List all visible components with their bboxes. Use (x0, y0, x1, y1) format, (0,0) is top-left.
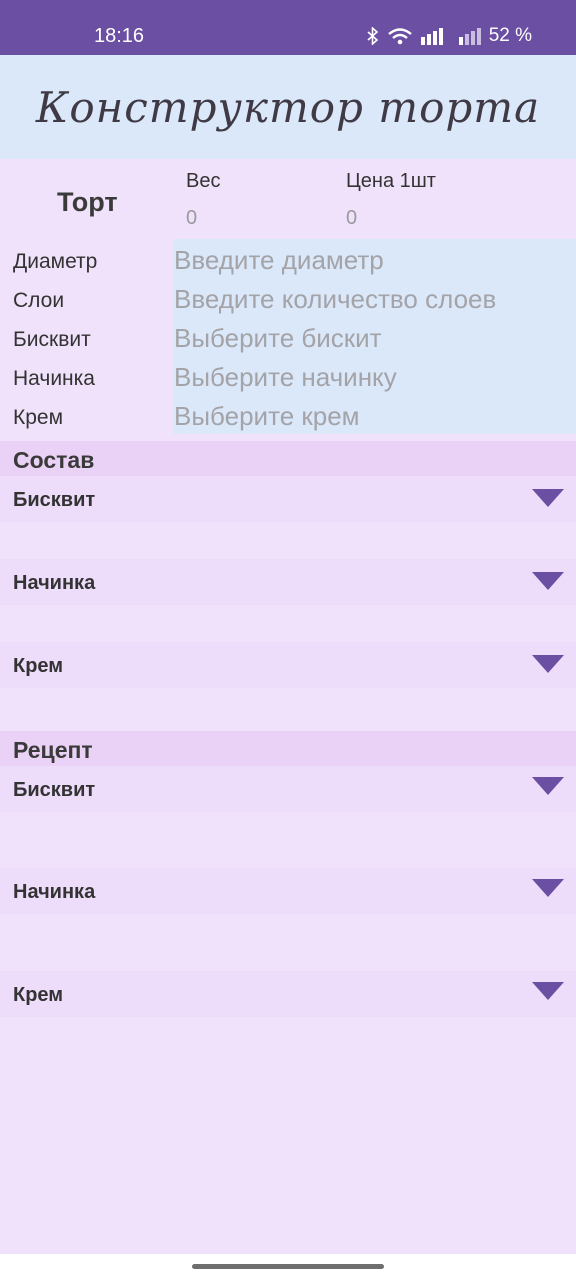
filling-input[interactable] (173, 360, 576, 394)
field-row-diameter: Диаметр (0, 239, 576, 278)
signal-icon (420, 27, 449, 45)
dropdown-label: Крем (13, 984, 64, 1006)
layers-input[interactable] (173, 282, 576, 316)
diameter-label: Диаметр (13, 250, 98, 273)
field-row-layers: Слои (0, 278, 576, 317)
field-row-cream: Крем (0, 395, 576, 434)
dropdown-label: Начинка (13, 881, 96, 903)
composition-title: Состав (13, 447, 95, 473)
recipe-title: Рецепт (13, 737, 93, 763)
weight-value: 0 (186, 207, 198, 229)
cream-label: Крем (13, 406, 64, 429)
recipe-header: Рецепт (0, 731, 576, 767)
dropdown-arrow-icon[interactable] (532, 879, 564, 897)
recipe-filling-dropdown[interactable]: Начинка (0, 868, 576, 914)
dropdown-arrow-icon[interactable] (532, 572, 564, 590)
field-row-sponge: Бисквит (0, 317, 576, 356)
recipe-cream-dropdown[interactable]: Крем (0, 971, 576, 1017)
dropdown-arrow-icon[interactable] (532, 982, 564, 1000)
field-row-filling: Начинка (0, 356, 576, 395)
sponge-label: Бисквит (13, 328, 91, 351)
status-time: 18:16 (94, 25, 145, 47)
bluetooth-icon (367, 27, 379, 45)
battery-text: 52 % (488, 25, 532, 46)
recipe-sponge-dropdown[interactable]: Бисквит (0, 766, 576, 812)
price-label: Цена 1шт (346, 170, 436, 192)
dropdown-label: Бисквит (13, 779, 96, 801)
cake-summary: Торт Вес 0 Цена 1шт 0 (0, 159, 576, 239)
status-bar: 18:16 52 % (0, 0, 576, 55)
layers-label: Слои (13, 289, 65, 312)
title-bar: Конструктор торта (0, 55, 576, 159)
diameter-input[interactable] (173, 243, 576, 277)
home-gesture-handle[interactable] (192, 1264, 384, 1269)
filling-label: Начинка (13, 367, 95, 390)
dropdown-arrow-icon[interactable] (532, 777, 564, 795)
composition-header: Состав (0, 441, 576, 477)
status-icons: 52 % (367, 25, 532, 47)
sponge-input[interactable] (173, 321, 576, 355)
navigation-bar (0, 1254, 576, 1280)
composition-sponge-dropdown[interactable]: Бисквит (0, 476, 576, 522)
dropdown-arrow-icon[interactable] (532, 489, 564, 507)
dropdown-label: Начинка (13, 572, 96, 594)
dropdown-label: Крем (13, 655, 64, 677)
cake-parameters-form: Диаметр Слои Бисквит Начинка Крем (0, 239, 576, 434)
dropdown-arrow-icon[interactable] (532, 655, 564, 673)
dropdown-label: Бисквит (13, 489, 96, 511)
cream-input[interactable] (173, 399, 576, 433)
price-value: 0 (346, 207, 358, 229)
signal-weak-icon (457, 27, 481, 45)
cake-label: Торт (57, 187, 118, 217)
composition-filling-dropdown[interactable]: Начинка (0, 559, 576, 605)
wifi-icon (387, 27, 413, 45)
composition-cream-dropdown[interactable]: Крем (0, 642, 576, 688)
page-title: Конструктор торта (35, 82, 541, 132)
weight-label: Вес (186, 170, 221, 192)
